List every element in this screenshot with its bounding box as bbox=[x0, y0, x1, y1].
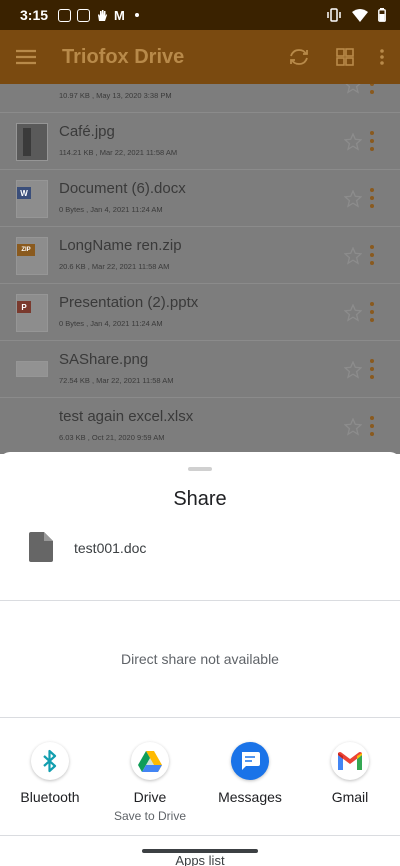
divider bbox=[0, 835, 400, 836]
gmail-icon: M bbox=[114, 7, 125, 23]
messages-icon bbox=[231, 742, 269, 780]
app-label: Drive bbox=[133, 789, 167, 805]
dot-icon bbox=[134, 13, 139, 17]
app-label: Messages bbox=[218, 789, 282, 805]
hand-icon bbox=[98, 9, 108, 21]
wifi-icon bbox=[352, 8, 368, 22]
gmail-icon bbox=[331, 742, 369, 780]
scrim-overlay[interactable] bbox=[0, 30, 400, 454]
apps-list-label: Apps list bbox=[175, 853, 225, 866]
divider bbox=[0, 600, 400, 601]
whatsapp-icon bbox=[58, 8, 72, 22]
whatsapp-icon bbox=[77, 8, 91, 22]
app-label: Gmail bbox=[331, 789, 369, 805]
status-time: 3:15 bbox=[20, 7, 49, 23]
bluetooth-icon bbox=[31, 742, 69, 780]
vibrate-icon bbox=[327, 8, 341, 22]
system-icons bbox=[326, 8, 386, 22]
status-bar: 3:15 M bbox=[0, 0, 400, 30]
battery-icon bbox=[378, 8, 386, 22]
app-label: Bluetooth bbox=[20, 789, 80, 805]
drag-handle[interactable] bbox=[188, 467, 212, 471]
app-sublabel: Save to Drive bbox=[113, 809, 187, 823]
notification-icons: M bbox=[58, 7, 139, 23]
share-title: Share bbox=[173, 488, 227, 510]
share-file-name: test001.doc bbox=[74, 540, 147, 556]
divider bbox=[0, 717, 400, 718]
document-icon bbox=[29, 532, 53, 562]
google-drive-icon bbox=[131, 742, 169, 780]
share-sheet: Share test001.doc Direct share not avail… bbox=[0, 452, 400, 866]
direct-share-message: Direct share not available bbox=[121, 651, 279, 667]
